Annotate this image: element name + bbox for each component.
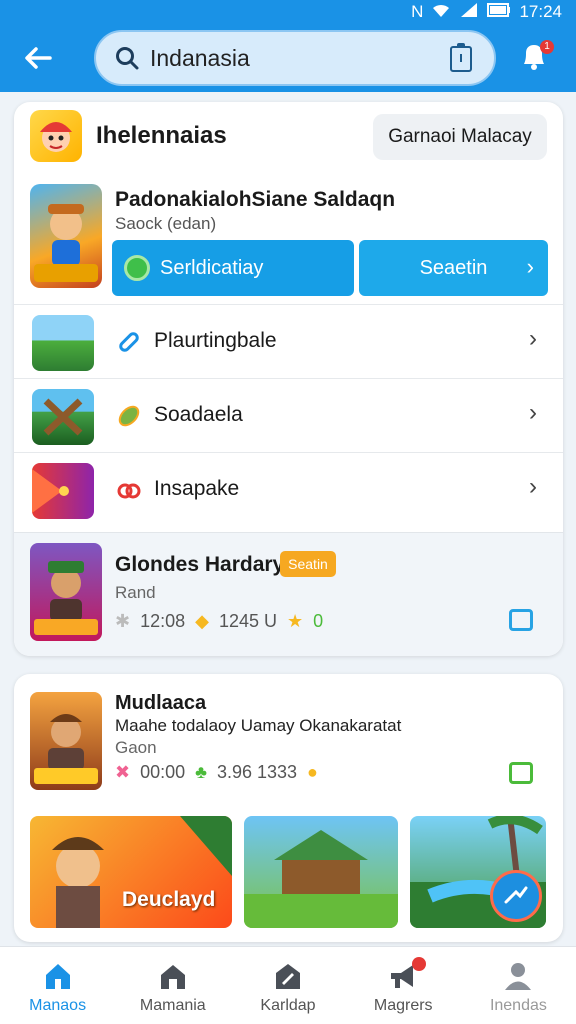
leaf-icon: [118, 405, 140, 427]
nav-item-edit[interactable]: Karldap: [230, 947, 345, 1024]
nav-item-profile[interactable]: Inendas: [461, 947, 576, 1024]
notification-badge: 1: [540, 40, 554, 54]
featured-subtitle: Saock (edan): [115, 214, 217, 233]
coin-icon: ◆: [195, 611, 209, 631]
edit-icon: [276, 964, 300, 989]
game-title: Glondes Hardary: [115, 553, 285, 576]
play-icon: [124, 255, 150, 281]
notification-dot: [411, 957, 426, 971]
share-icon: [504, 886, 528, 904]
secondary-action-button[interactable]: Seaetin ›: [359, 240, 548, 296]
chevron-right-icon: ›: [529, 325, 537, 352]
primary-action-label: Serldicatiay: [160, 256, 264, 279]
rings-icon: [117, 483, 141, 499]
status-time: 17:24: [519, 2, 562, 21]
list-item[interactable]: Insapake ›: [14, 452, 563, 526]
featured-title: PadonakialohSiane Saldaqn: [115, 188, 396, 211]
chevron-right-icon: ›: [526, 254, 534, 279]
list-item[interactable]: Plaurtingbale ›: [14, 304, 563, 378]
nav-item-store[interactable]: Mamania: [115, 947, 230, 1024]
list-thumbnail: [32, 315, 94, 371]
game-stat-time: 12:08: [140, 611, 186, 631]
game-description: Maahe todalaoy Uamay Okanakaratat: [115, 716, 402, 735]
secondary-card: Mudlaaca Maahe todalaoy Uamay Okanakarat…: [14, 674, 563, 942]
game-thumbnail: [30, 543, 102, 641]
install-icon[interactable]: [509, 762, 533, 784]
game-stats: ✖ 00:00 ♣ 3.96 1333 ●: [115, 762, 318, 783]
nav-label: Manaos: [29, 997, 87, 1014]
search-input[interactable]: [150, 44, 430, 72]
install-icon[interactable]: [509, 609, 533, 631]
home-icon: [45, 964, 70, 989]
screenshot-tile[interactable]: [244, 816, 398, 928]
arrow-left-icon: [25, 47, 52, 69]
game-stat-score: 3.96 1333: [216, 762, 298, 782]
list-item-label: Plaurtingbale: [154, 329, 277, 352]
leaf-icon: ♣: [195, 762, 207, 782]
game-title: Mudlaaca: [115, 692, 207, 714]
list-thumbnail: [32, 389, 94, 445]
chevron-right-icon: ›: [529, 399, 537, 426]
game-subtitle: Rand: [115, 583, 156, 602]
notification-button[interactable]: 1: [518, 40, 554, 76]
game-stat-score: 1245 U: [218, 611, 278, 631]
puzzle-icon: ✱: [115, 611, 131, 631]
link-icon: [119, 332, 139, 352]
puzzle-icon: ✖: [115, 762, 131, 782]
status-bar: N 17:24: [0, 0, 576, 24]
featured-game-thumbnail[interactable]: [30, 184, 102, 288]
card-title: Ihelennaias: [96, 122, 227, 149]
clipboard-icon[interactable]: [450, 43, 472, 72]
chevron-right-icon: ›: [529, 473, 537, 500]
app-bar: 1: [0, 24, 576, 92]
search-bar[interactable]: [94, 30, 496, 86]
store-icon: [160, 965, 185, 989]
game-stats: ✱ 12:08 ◆ 1245 U ★ 0: [115, 611, 323, 632]
main-card: Ihelennaias Garnaoi Malacay Padonakialoh…: [14, 102, 563, 656]
wifi-icon: [431, 2, 451, 23]
list-item-label: Insapake: [154, 477, 240, 500]
nav-label: Mamania: [139, 997, 206, 1014]
back-button[interactable]: [10, 30, 66, 86]
battery-icon: [487, 2, 511, 22]
game-thumbnail[interactable]: [30, 692, 102, 790]
list-item[interactable]: Soadaela ›: [14, 378, 563, 452]
star-icon: ★: [287, 611, 304, 631]
game-item[interactable]: Glondes Hardary Seatin Rand ✱ 12:08 ◆ 12…: [14, 532, 563, 656]
person-icon: [505, 963, 532, 990]
coin-icon: ●: [307, 762, 318, 782]
game-stat-count: 0: [313, 611, 324, 631]
nav-label: Karldap: [260, 997, 316, 1014]
game-subtitle: Gaon: [115, 738, 157, 757]
screenshot-tile[interactable]: [410, 816, 546, 928]
nav-item-announcements[interactable]: Magrers: [346, 947, 461, 1024]
tile-label: Deuclayd: [122, 888, 216, 911]
card-header: Ihelennaias Garnaoi Malacay: [14, 102, 563, 174]
screenshot-tile[interactable]: Deuclayd: [30, 816, 232, 928]
list-thumbnail: [32, 463, 94, 519]
category-chip[interactable]: Garnaoi Malacay: [373, 114, 547, 160]
share-button[interactable]: [490, 870, 542, 922]
nav-label: Magrers: [373, 997, 433, 1014]
nfc-icon: N: [411, 2, 424, 21]
primary-action-button[interactable]: Serldicatiay: [112, 240, 354, 296]
signal-icon: [459, 2, 479, 23]
avatar[interactable]: [30, 110, 82, 162]
nav-item-home[interactable]: Manaos: [0, 947, 115, 1024]
nav-label: Inendas: [489, 997, 547, 1014]
bottom-nav: Manaos Mamania Karldap Magrers Inendas: [0, 946, 576, 1024]
game-badge: Seatin: [280, 551, 336, 577]
list-item-label: Soadaela: [154, 403, 243, 426]
secondary-action-label: Seaetin: [419, 256, 488, 279]
game-stat-time: 00:00: [140, 762, 186, 782]
search-icon: [116, 47, 139, 70]
